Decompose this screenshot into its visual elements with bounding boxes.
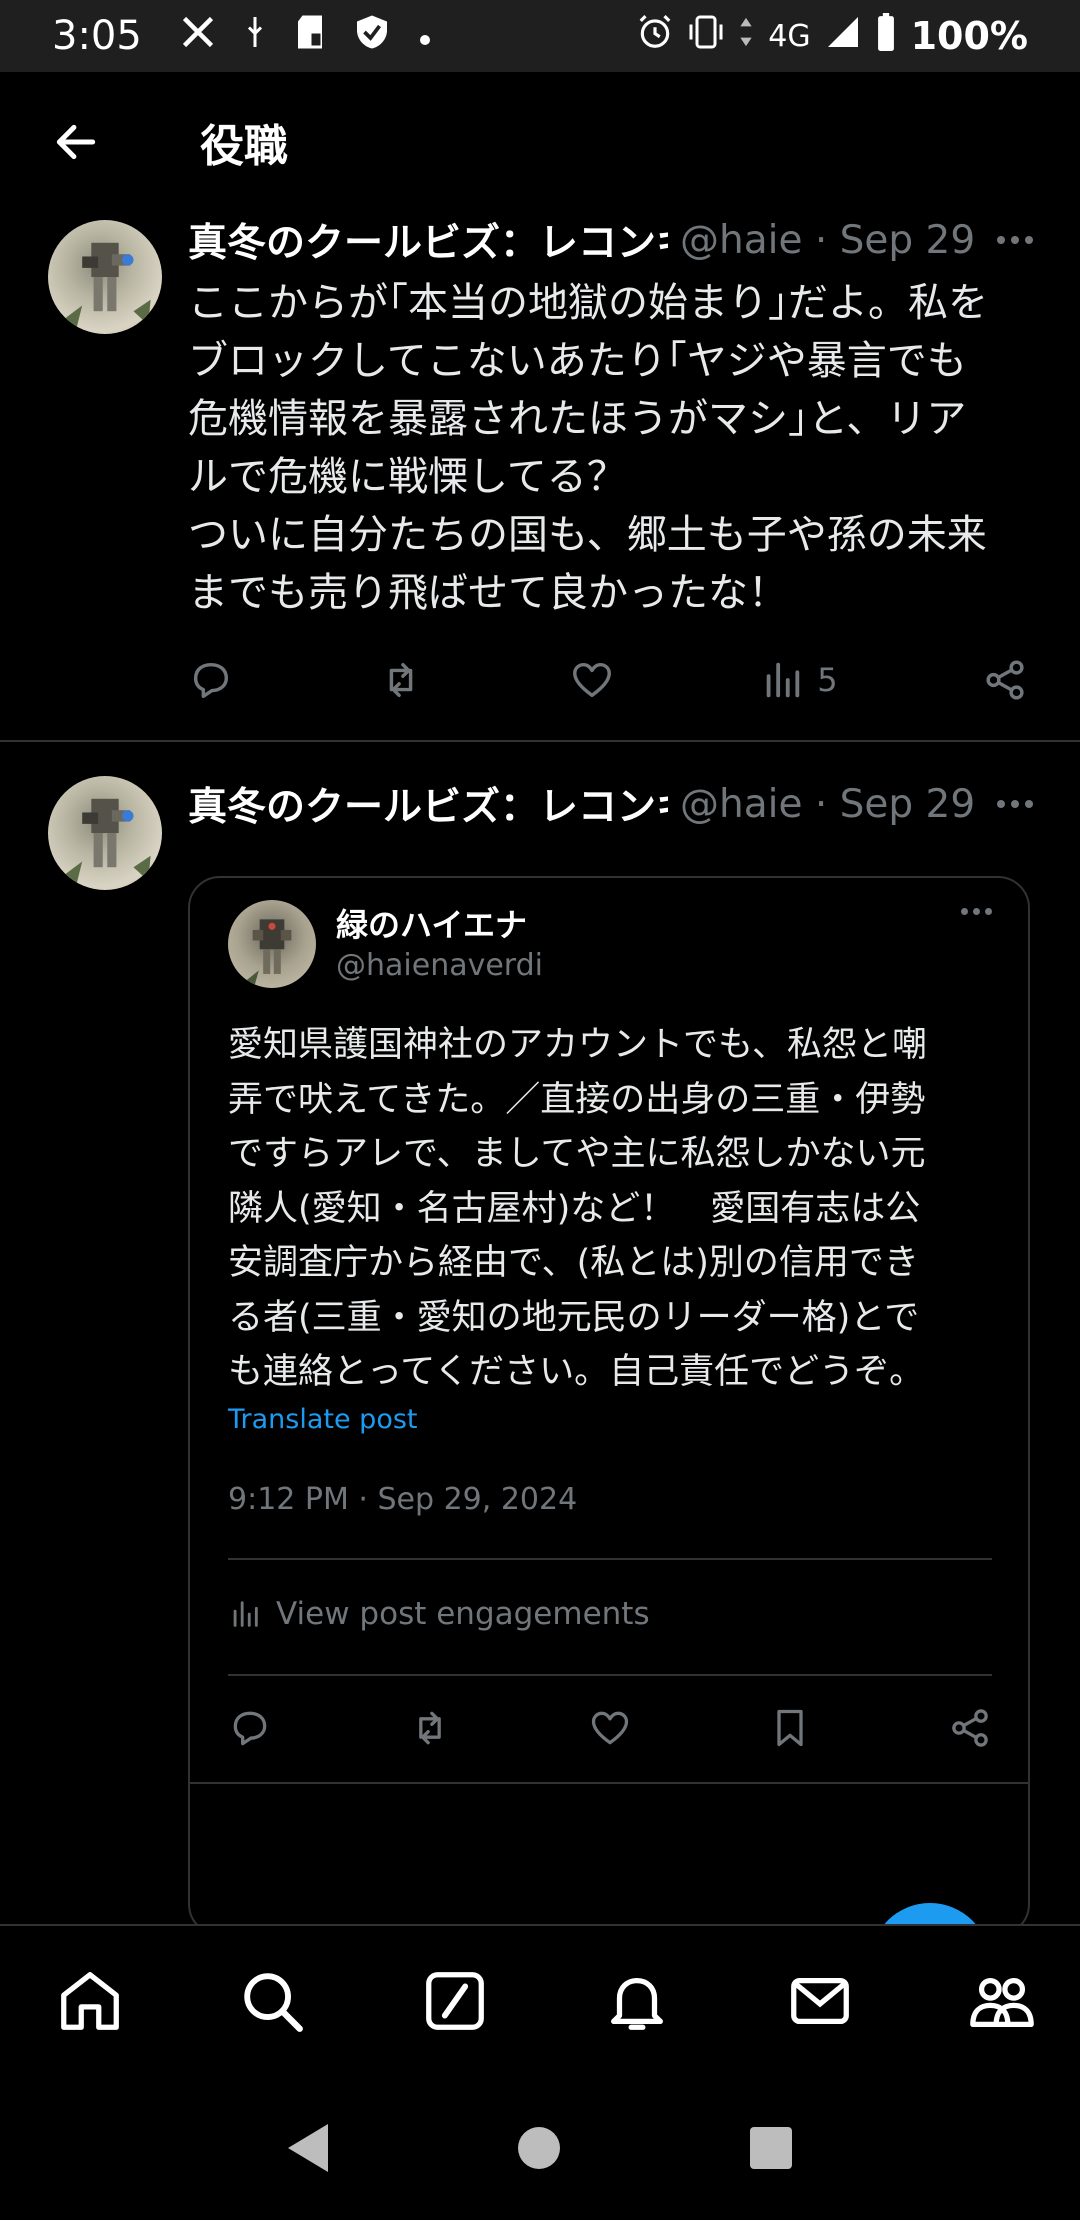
view-engagements-button[interactable]: View post engagements	[228, 1596, 650, 1632]
tweet-header: 真冬のクールビズ：レコンキ @haie · Sep 29	[188, 210, 1040, 270]
quoted-handle[interactable]: @haienaverdi	[336, 948, 543, 983]
repost-icon	[419, 1711, 441, 1745]
divider	[0, 740, 1080, 742]
system-recents-button[interactable]	[750, 2127, 792, 2169]
nav-search[interactable]	[234, 1963, 310, 2039]
bottom-nav	[0, 1924, 1080, 2076]
messages-icon	[790, 1977, 849, 2025]
status-bar: 3:05 4G 100%	[0, 0, 1080, 72]
share-button[interactable]	[982, 657, 1028, 703]
nav-communities[interactable]	[964, 1963, 1040, 2039]
display-name[interactable]: 真冬のクールビズ：レコンキ	[188, 776, 668, 832]
avatar[interactable]	[48, 220, 162, 334]
share-button[interactable]	[948, 1706, 992, 1754]
view-engagements-label: View post engagements	[276, 1596, 650, 1632]
system-back-button[interactable]	[288, 2124, 328, 2172]
quoted-actions	[228, 1706, 992, 1754]
translate-link[interactable]: Translate post	[228, 1404, 418, 1435]
notifications-icon	[611, 1977, 664, 2030]
back-button[interactable]	[36, 102, 116, 182]
more-icon[interactable]	[990, 220, 1040, 260]
quoted-text: 愛知県護国神社のアカウントでも、私怨と嘲 弄で吠えてきた。／直接の出身の三重・伊…	[228, 1025, 927, 1392]
quoted-avatar[interactable]	[228, 900, 316, 988]
vibrate-icon	[688, 13, 724, 60]
bar-chart-icon	[233, 1601, 258, 1627]
heart-icon	[572, 662, 611, 698]
share-icon	[952, 1709, 988, 1747]
view-count: 5	[817, 661, 838, 699]
network-type: 4G	[768, 18, 811, 54]
grok-icon	[425, 1972, 484, 2030]
page-header: 役職	[0, 72, 1080, 212]
reply-icon	[193, 662, 229, 699]
dot-icon	[418, 16, 432, 56]
tweet-actions: 5	[188, 650, 1028, 710]
alarm-icon	[636, 13, 674, 60]
nav-home[interactable]	[52, 1963, 128, 2039]
bookmark-icon	[777, 1709, 803, 1747]
divider	[190, 1782, 1028, 1784]
signal-icon	[825, 14, 861, 59]
battery-level: 100%	[910, 14, 1028, 58]
reply-button[interactable]	[188, 657, 234, 703]
repost-button[interactable]	[408, 1706, 452, 1754]
divider	[228, 1558, 992, 1560]
heart-icon	[591, 1711, 629, 1745]
handle-date[interactable]: @haie · Sep 29	[680, 218, 975, 263]
usb-icon	[244, 14, 266, 59]
quoted-timestamp[interactable]: 9:12 PM · Sep 29, 2024	[228, 1482, 577, 1517]
reply-button[interactable]	[228, 1706, 272, 1754]
views-button[interactable]: 5	[759, 657, 838, 703]
arrow-left-icon	[56, 124, 96, 160]
nav-grok[interactable]	[417, 1963, 493, 2039]
more-icon[interactable]	[990, 784, 1040, 824]
search-icon	[244, 1973, 304, 2032]
like-button[interactable]	[569, 657, 615, 703]
x-logo-icon	[180, 14, 216, 59]
shield-icon	[354, 13, 390, 60]
display-name[interactable]: 真冬のクールビズ：レコンキ	[188, 212, 668, 268]
tweet-text: ここからが｢本当の地獄の始まり｣だよ。私を ブロックしてこないあたり｢ヤジや暴言…	[188, 280, 988, 616]
more-icon[interactable]	[961, 908, 992, 915]
system-home-button[interactable]	[518, 2127, 560, 2169]
nav-messages[interactable]	[782, 1963, 858, 2039]
bar-chart-icon	[766, 662, 800, 698]
handle-date[interactable]: @haie · Sep 29	[680, 782, 975, 827]
status-time: 3:05	[52, 13, 142, 59]
communities-icon	[970, 1977, 1034, 2027]
divider	[228, 1674, 992, 1676]
reply-icon	[233, 1711, 267, 1746]
repost-button[interactable]	[378, 657, 424, 703]
battery-icon	[875, 12, 897, 60]
quoted-display-name[interactable]: 緑のハイエナ	[336, 900, 527, 946]
repost-icon	[390, 662, 413, 698]
bookmark-button[interactable]	[768, 1706, 812, 1754]
avatar[interactable]	[48, 776, 162, 890]
nav-notifications[interactable]	[599, 1963, 675, 2039]
quoted-post-card[interactable]: 緑のハイエナ @haienaverdi 愛知県護国神社のアカウントでも、私怨と嘲…	[188, 876, 1030, 1936]
like-button[interactable]	[588, 1706, 632, 1754]
home-icon	[61, 1972, 119, 2030]
data-arrows-icon	[738, 15, 754, 58]
tweet-header: 真冬のクールビズ：レコンキ @haie · Sep 29	[188, 774, 1040, 834]
share-icon	[986, 660, 1024, 700]
page-title: 役職	[200, 121, 288, 172]
sd-card-icon	[294, 14, 326, 59]
system-nav	[0, 2076, 1080, 2220]
